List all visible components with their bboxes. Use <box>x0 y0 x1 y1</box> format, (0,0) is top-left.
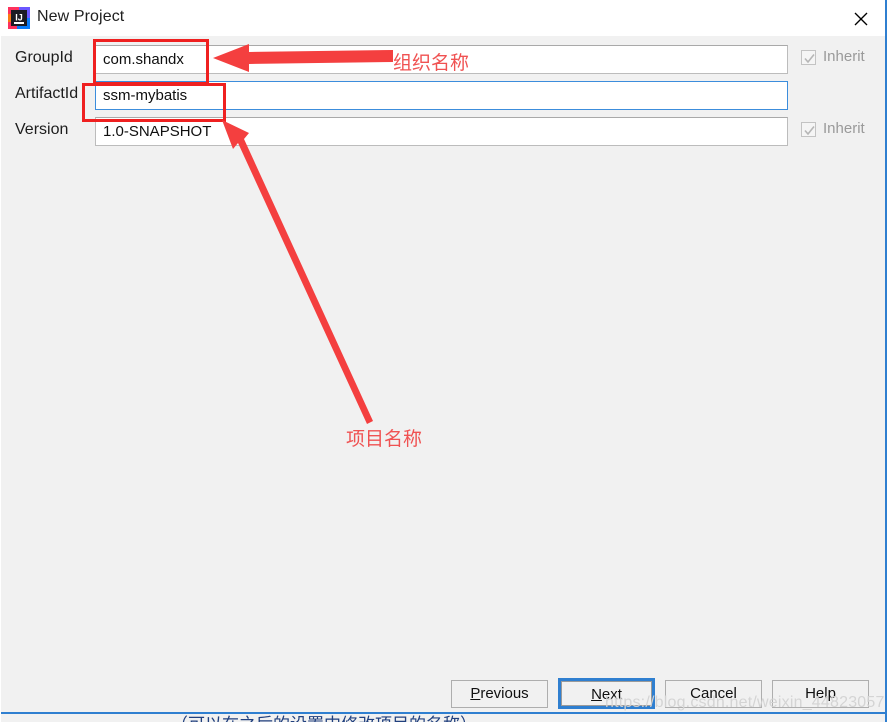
artifactid-label: ArtifactId <box>15 85 79 102</box>
window-title: New Project <box>37 8 125 25</box>
groupid-value: com.shandx <box>103 51 184 68</box>
version-label: Version <box>15 121 69 138</box>
checkbox-box <box>801 50 816 65</box>
title-bar: IJ New Project <box>1 0 885 37</box>
new-project-dialog: IJ New Project GroupId com.shandx Inheri… <box>0 0 887 722</box>
artifactid-input[interactable]: ssm-mybatis <box>95 81 788 110</box>
previous-button-label: Previous <box>470 685 529 702</box>
close-icon[interactable] <box>838 0 884 35</box>
intellij-idea-logo-icon: IJ <box>8 7 30 29</box>
version-input[interactable]: 1.0-SNAPSHOT <box>95 117 788 146</box>
watermark: https://blog.csdn.net/weixin_44823057 <box>605 694 885 711</box>
version-value: 1.0-SNAPSHOT <box>103 123 212 140</box>
clipped-background-text: （可以在之后的设置中修改项目的名称） <box>1 712 885 722</box>
svg-text:IJ: IJ <box>15 13 23 23</box>
form-row-version: Version 1.0-SNAPSHOT Inherit <box>1 117 885 147</box>
groupid-label: GroupId <box>15 49 73 66</box>
form-row-groupid: GroupId com.shandx Inherit <box>1 45 885 75</box>
checkbox-box <box>801 122 816 137</box>
version-inherit-label: Inherit <box>823 120 865 137</box>
artifactid-value: ssm-mybatis <box>103 87 188 104</box>
clipped-text: （可以在之后的设置中修改项目的名称） <box>171 714 477 722</box>
groupid-inherit-label: Inherit <box>823 48 865 65</box>
groupid-input[interactable]: com.shandx <box>95 45 788 74</box>
previous-button[interactable]: Previous <box>451 680 548 708</box>
maven-coordinates-form: GroupId com.shandx Inherit ArtifactId ss… <box>1 36 885 676</box>
form-row-artifactid: ArtifactId ssm-mybatis <box>1 81 885 111</box>
